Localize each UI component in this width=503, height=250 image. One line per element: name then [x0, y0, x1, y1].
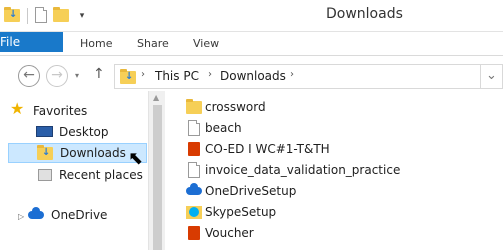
navigation-pane: ★ Favorites Desktop ↓ Downloads Recent p… — [0, 91, 148, 250]
list-item[interactable]: crossword — [186, 97, 266, 117]
tab-file[interactable]: File — [0, 32, 63, 52]
skype-icon — [186, 204, 202, 220]
star-icon: ★ — [10, 99, 25, 118]
sidebar-item-onedrive[interactable]: OneDrive — [28, 205, 107, 225]
sidebar-item-label: Downloads — [60, 146, 126, 160]
document-icon — [186, 120, 202, 136]
address-bar[interactable]: ↓ › This PC › Downloads › — [114, 64, 481, 89]
chevron-right-icon[interactable]: › — [290, 69, 294, 80]
sidebar-item-favorites[interactable]: ★ Favorites — [10, 101, 87, 121]
list-item[interactable]: CO-ED I WC#1-T&TH — [186, 139, 330, 159]
recent-locations-icon[interactable]: ▾ — [75, 71, 79, 80]
chevron-right-icon[interactable]: › — [141, 69, 145, 80]
list-item[interactable]: Voucher — [186, 223, 254, 243]
list-item[interactable]: OneDriveSetup — [186, 181, 296, 201]
scroll-up-icon[interactable]: ▲ — [153, 93, 159, 102]
properties-icon[interactable] — [33, 7, 51, 25]
sidebar-item-label: OneDrive — [51, 208, 108, 222]
downloads-folder-icon: ↓ — [4, 7, 22, 25]
quick-access-toolbar: ↓ ▾ — [4, 7, 91, 25]
back-button[interactable]: ← — [18, 65, 40, 87]
mouse-cursor-icon: ⬉ — [128, 148, 144, 169]
sidebar-item-label: Favorites — [33, 104, 88, 118]
list-item[interactable]: beach — [186, 118, 242, 138]
tab-view[interactable]: View — [193, 32, 219, 56]
nav-pane-scrollbar[interactable]: ▲ — [148, 91, 165, 250]
sidebar-item-downloads[interactable]: ↓ Downloads — [8, 143, 147, 163]
toolbar-divider — [27, 8, 28, 24]
sidebar-item-label: Desktop — [59, 125, 109, 139]
window-title: Downloads — [326, 6, 403, 22]
file-name: beach — [205, 121, 242, 135]
document-icon — [186, 162, 202, 178]
list-item[interactable]: SkypeSetup — [186, 202, 276, 222]
file-name: CO-ED I WC#1-T&TH — [205, 142, 330, 156]
breadcrumb-this-pc[interactable]: This PC — [155, 69, 199, 83]
file-name: OneDriveSetup — [205, 184, 297, 198]
downloads-folder-icon: ↓ — [37, 145, 55, 161]
tab-share[interactable]: Share — [137, 32, 169, 56]
list-item[interactable]: invoice_data_validation_practice — [186, 160, 400, 180]
file-name: Voucher — [205, 226, 254, 240]
onedrive-icon — [28, 207, 46, 223]
office-icon — [186, 141, 202, 157]
forward-button[interactable]: → — [46, 65, 68, 87]
file-list: crossword beach CO-ED I WC#1-T&TH invoic… — [166, 91, 503, 250]
file-name: SkypeSetup — [205, 205, 277, 219]
sidebar-item-recent-places[interactable]: Recent places — [36, 165, 143, 185]
sidebar-item-label: Recent places — [59, 168, 143, 182]
address-folder-icon: ↓ — [120, 69, 136, 85]
new-folder-icon[interactable] — [53, 7, 71, 25]
customize-toolbar-icon[interactable]: ▾ — [73, 7, 91, 25]
onedrive-icon — [186, 183, 202, 199]
breadcrumb-downloads[interactable]: Downloads — [220, 69, 286, 83]
desktop-icon — [36, 124, 54, 140]
file-name: crossword — [205, 100, 266, 114]
file-name: invoice_data_validation_practice — [205, 163, 401, 177]
scrollbar-thumb[interactable] — [153, 105, 162, 250]
office-icon — [186, 225, 202, 241]
refresh-button[interactable]: ⌄ — [481, 64, 503, 89]
recent-places-icon — [36, 167, 54, 183]
navigation-bar: ← → ▾ ↑ ↓ › This PC › Downloads › ⌄ — [0, 57, 503, 91]
sidebar-item-desktop[interactable]: Desktop — [36, 122, 109, 142]
chevron-right-icon[interactable]: › — [208, 69, 212, 80]
up-button[interactable]: ↑ — [93, 66, 105, 82]
expand-chevron-icon[interactable]: ▷ — [18, 212, 24, 221]
title-bar: ↓ ▾ Downloads — [0, 0, 503, 32]
folder-icon — [186, 99, 202, 115]
tab-home[interactable]: Home — [80, 32, 112, 56]
ribbon-tabs: File Home Share View — [0, 32, 503, 56]
